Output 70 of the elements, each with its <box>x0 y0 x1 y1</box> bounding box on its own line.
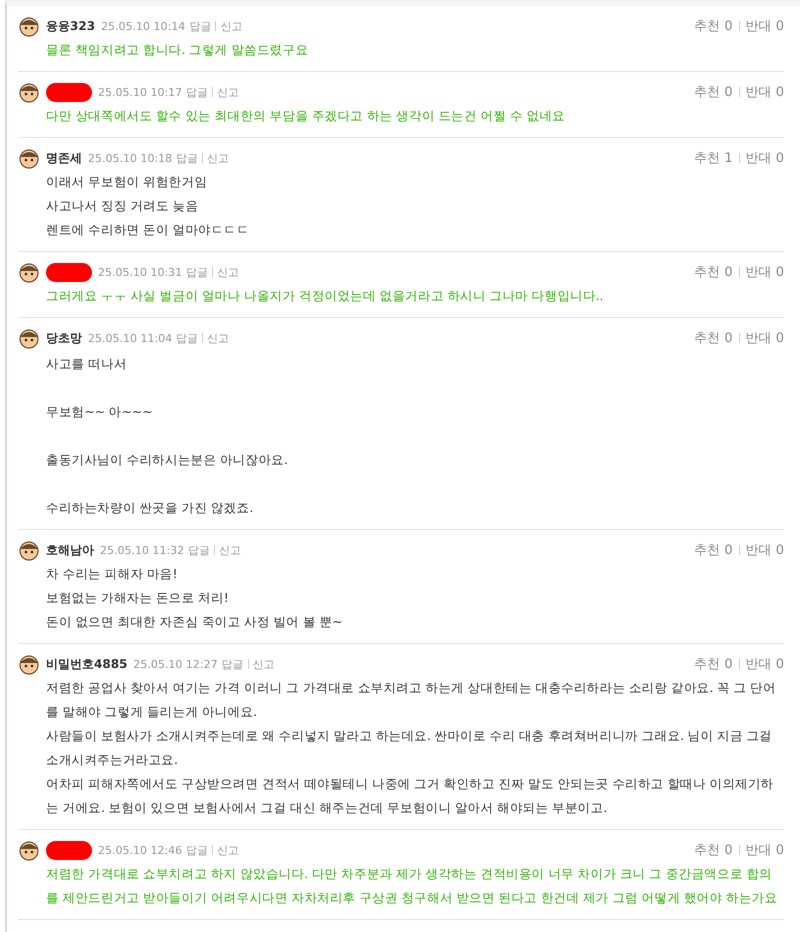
avatar-icon <box>18 147 40 169</box>
author-name: 명존세 <box>46 150 82 166</box>
author-name: 호해남아 <box>46 542 94 558</box>
upvote-button[interactable]: 추천 0 <box>694 17 733 35</box>
avatar-icon <box>18 839 40 861</box>
author-name: 융융323 <box>46 18 96 34</box>
comment-text: 믈론 책임지려고 합니다. 그렇게 말씀드렸구요 <box>46 41 310 59</box>
reply-link[interactable]: 답글 <box>186 842 208 858</box>
downvote-button[interactable]: 반대 0 <box>746 655 784 673</box>
downvote-button[interactable]: 반대 0 <box>746 329 784 347</box>
comment-text: 어차피 피해자쪽에서도 구상받으려면 견적서 떼야될테니 나중에 그거 확인하고 진짜 말도 안되는곳 수리하고 할때나 이의제기하는 거에요. 보험이 있으면 보험사에서 그걸 대신 해주는건데 무보험이니 알아서 해야되는 부분이고. <box>46 775 774 817</box>
comment-text: 돈이 없으면 최대한 자존심 죽이고 사정 빌어 볼 뿐~ <box>46 613 344 631</box>
comment-text: 차 수리는 피해자 마음! <box>46 565 178 583</box>
avatar-icon <box>18 81 40 103</box>
downvote-button[interactable]: 반대 0 <box>746 841 784 859</box>
comment-time: 25.05.10 11:32 <box>100 544 184 556</box>
upvote-button[interactable]: 추천 0 <box>694 541 733 559</box>
comment-time: 25.05.10 10:17 <box>98 86 182 98</box>
author-name: 당초망 <box>46 330 82 346</box>
upvote-button[interactable]: 추천 0 <box>694 83 733 101</box>
comment-text: 수리하는차량이 싼곳을 가진 않겠죠. <box>46 499 254 517</box>
report-link[interactable]: 신고 <box>217 264 240 280</box>
comment-text: 다만 상대쪽에서도 할수 있는 최대한의 부담을 주겠다고 하는 생각이 드는건 어쩔 수 없네요 <box>46 107 566 125</box>
comment-text: 보험없는 가해자는 돈으로 처리! <box>46 589 230 607</box>
upvote-button[interactable]: 추천 0 <box>694 841 733 859</box>
report-link[interactable]: 신고 <box>207 150 230 166</box>
reply-link[interactable]: 답글 <box>188 542 210 558</box>
reply-link[interactable]: 답글 <box>176 150 198 166</box>
downvote-button[interactable]: 반대 0 <box>746 83 784 101</box>
downvote-button[interactable]: 반대 0 <box>746 17 784 35</box>
comment-time: 25.05.10 10:18 <box>88 152 172 164</box>
comment-text: 사고나서 징징 거려도 늦음 <box>46 197 200 215</box>
comment-text: 출동기사님이 수리하시는분은 아니잖아요. <box>46 451 289 469</box>
comment-text: 사고를 떠나서 <box>46 355 128 373</box>
comment-text: 무보험~~ 아~~~ <box>46 403 154 421</box>
upvote-button[interactable]: 추천 0 <box>694 263 733 281</box>
reply-link[interactable]: 답글 <box>186 264 208 280</box>
reply-link[interactable]: 답글 <box>189 18 212 34</box>
report-link[interactable]: 신고 <box>217 842 240 858</box>
comment-text: 저렴한 공업사 찾아서 여기는 가격 이러니 그 가격대로 쇼부치려고 하는게 상대한테는 대충수리하라는 소리랑 같아요. 꼭 그 단어를 말해야 그렇게 들리는게 아니에요. <box>46 679 777 721</box>
comment-text: 렌트에 수리하면 돈이 얼마야ㄷㄷㄷ <box>46 221 250 239</box>
report-link[interactable]: 신고 <box>207 330 230 346</box>
comment-time: 25.05.10 10:31 <box>98 266 182 278</box>
comment-text: 그러게요 ㅜㅜ 사실 벌금이 얼마나 나올지가 걱정이었는데 없을거라고 하시니 그나마 다행입니다.. <box>46 287 604 305</box>
comment-time: 25.05.10 11:04 <box>88 332 172 344</box>
comment-text: 사람들이 보험사가 소개시켜주는데로 왜 수리넣지 말라고 하는데요. 싼마이로 수리 대충 후려쳐버리니까 그래요. 님이 지금 그걸 소개시켜주는거라고요. <box>46 727 773 769</box>
downvote-button[interactable]: 반대 0 <box>746 263 784 281</box>
report-link[interactable]: 신고 <box>252 656 275 672</box>
upvote-button[interactable]: 추천 0 <box>694 329 733 347</box>
upvote-button[interactable]: 추천 0 <box>694 655 733 673</box>
downvote-button[interactable]: 반대 0 <box>746 541 784 559</box>
author-name: 비밀번호4885 <box>46 656 128 672</box>
comment-time: 25.05.10 12:27 <box>133 658 218 670</box>
comment-time: 25.05.10 12:46 <box>98 844 182 856</box>
avatar-icon <box>18 15 40 37</box>
comment-time: 25.05.10 10:14 <box>101 20 186 32</box>
downvote-button[interactable]: 반대 0 <box>746 149 784 167</box>
avatar-icon <box>18 327 40 349</box>
reply-link[interactable]: 답글 <box>222 656 244 672</box>
report-link[interactable]: 신고 <box>217 84 240 100</box>
avatar-icon <box>18 261 40 283</box>
report-link[interactable]: 신고 <box>220 18 242 34</box>
report-link[interactable]: 신고 <box>219 542 242 558</box>
avatar-icon <box>18 653 40 675</box>
upvote-button[interactable]: 추천 1 <box>694 149 733 167</box>
reply-link[interactable]: 답글 <box>176 330 198 346</box>
reply-link[interactable]: 답글 <box>186 84 208 100</box>
comment-text: 저렴한 가격대로 쇼부치려고 하지 않았습니다. 다만 차주분과 제가 생각하는 견적비용이 너무 차이가 크니 그 중간금액으로 합의를 제안드린거고 받아들이기 어려우시다면 자차처리후 구상권 청구해서 받으면 된다고 한건데 제가 그럼 어떻게 했어야 하는가요 <box>46 865 778 907</box>
comment-text: 이래서 무보험이 위험한거임 <box>46 173 208 191</box>
avatar-icon <box>18 539 40 561</box>
